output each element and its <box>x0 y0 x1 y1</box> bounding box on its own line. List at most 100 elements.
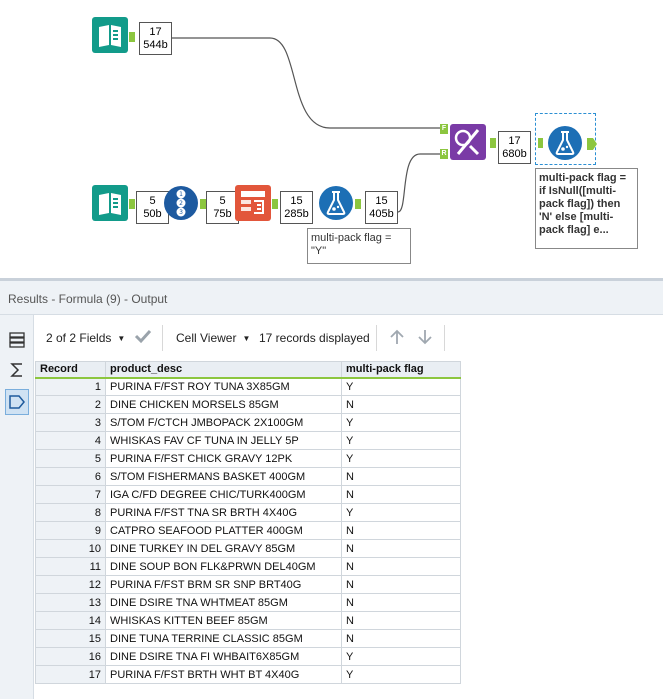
table-row[interactable]: 16 DINE DSIRE TNA FI WHBAIT6X85GM Y <box>35 647 461 666</box>
join-icon[interactable] <box>450 124 486 160</box>
formula-icon-1[interactable] <box>318 185 354 221</box>
column-header-product-desc[interactable]: product_desc <box>105 361 342 379</box>
anchor-out-join[interactable] <box>490 138 496 148</box>
arrow-up-icon[interactable] <box>388 328 406 344</box>
multi-pack-flag-cell[interactable]: Y <box>341 377 461 396</box>
multi-pack-flag-cell[interactable]: N <box>341 395 461 414</box>
multi-pack-flag-cell[interactable]: Y <box>341 503 461 522</box>
multi-pack-flag-cell[interactable]: N <box>341 485 461 504</box>
data-tag-icon[interactable] <box>5 389 29 415</box>
input-data-icon-2[interactable] <box>92 185 128 221</box>
product-desc-cell[interactable]: PURINA F/FST ROY TUNA 3X85GM <box>105 377 342 396</box>
annotation-formula-y: multi-pack flag = "Y" <box>307 228 411 264</box>
multi-pack-flag-cell[interactable]: N <box>341 611 461 630</box>
record-cell[interactable]: 5 <box>35 449 106 468</box>
record-cell[interactable]: 11 <box>35 557 106 576</box>
product-desc-cell[interactable]: DINE DSIRE TNA FI WHBAIT6X85GM <box>105 647 342 666</box>
table-row[interactable]: 17 PURINA F/FST BRTH WHT BT 4X40G Y <box>35 665 461 684</box>
record-cell[interactable]: 3 <box>35 413 106 432</box>
product-desc-cell[interactable]: DINE TURKEY IN DEL GRAVY 85GM <box>105 539 342 558</box>
multi-pack-flag-cell[interactable]: N <box>341 629 461 648</box>
product-desc-cell[interactable]: IGA C/FD DEGREE CHIC/TURK400GM <box>105 485 342 504</box>
multi-pack-flag-cell[interactable]: Y <box>341 647 461 666</box>
product-desc-cell[interactable]: DINE TUNA TERRINE CLASSIC 85GM <box>105 629 342 648</box>
product-desc-cell[interactable]: WHISKAS KITTEN BEEF 85GM <box>105 611 342 630</box>
multi-pack-flag-cell[interactable]: N <box>341 539 461 558</box>
table-row[interactable]: 3 S/TOM F/CTCH JMBOPACK 2X100GM Y <box>35 413 461 432</box>
anchor-out-input1[interactable] <box>129 32 135 42</box>
table-row[interactable]: 11 DINE SOUP BON FLK&PRWN DEL40GM N <box>35 557 461 576</box>
sigma-icon[interactable] <box>5 357 29 383</box>
multi-pack-flag-cell[interactable]: N <box>341 575 461 594</box>
workflow-canvas[interactable]: 17 544b 5 50b 123 5 75b 15 285b 15 405b multi… <box>0 0 663 278</box>
table-view-icon[interactable] <box>5 327 29 353</box>
anchor-out-generate[interactable] <box>272 199 278 209</box>
product-desc-cell[interactable]: S/TOM FISHERMANS BASKET 400GM <box>105 467 342 486</box>
product-desc-cell[interactable]: WHISKAS FAV CF TUNA IN JELLY 5P <box>105 431 342 450</box>
record-cell[interactable]: 13 <box>35 593 106 612</box>
table-row[interactable]: 2 DINE CHICKEN MORSELS 85GM N <box>35 395 461 414</box>
record-cell[interactable]: 17 <box>35 665 106 684</box>
record-cell[interactable]: 9 <box>35 521 106 540</box>
record-cell[interactable]: 16 <box>35 647 106 666</box>
cell-viewer-dropdown[interactable]: Cell Viewer ▼ <box>176 330 250 346</box>
column-header-record[interactable]: Record <box>35 361 106 379</box>
table-row[interactable]: 10 DINE TURKEY IN DEL GRAVY 85GM N <box>35 539 461 558</box>
table-row[interactable]: 4 WHISKAS FAV CF TUNA IN JELLY 5P Y <box>35 431 461 450</box>
multi-pack-flag-cell[interactable]: N <box>341 557 461 576</box>
record-cell[interactable]: 14 <box>35 611 106 630</box>
count-box-formula1: 15 405b <box>365 191 398 224</box>
anchor-in-formula9[interactable] <box>538 138 543 148</box>
record-cell[interactable]: 10 <box>35 539 106 558</box>
table-row[interactable]: 14 WHISKAS KITTEN BEEF 85GM N <box>35 611 461 630</box>
fields-dropdown[interactable]: 2 of 2 Fields ▼ <box>46 330 125 346</box>
table-row[interactable]: 7 IGA C/FD DEGREE CHIC/TURK400GM N <box>35 485 461 504</box>
product-desc-cell[interactable]: CATPRO SEAFOOD PLATTER 400GM <box>105 521 342 540</box>
table-row[interactable]: 1 PURINA F/FST ROY TUNA 3X85GM Y <box>35 377 461 396</box>
anchor-out-formula1[interactable] <box>355 199 361 209</box>
table-row[interactable]: 8 PURINA F/FST TNA SR BRTH 4X40G Y <box>35 503 461 522</box>
multi-pack-flag-cell[interactable]: Y <box>341 431 461 450</box>
table-row[interactable]: 13 DINE DSIRE TNA WHTMEAT 85GM N <box>35 593 461 612</box>
generate-rows-icon[interactable] <box>235 185 271 221</box>
table-row[interactable]: 6 S/TOM FISHERMANS BASKET 400GM N <box>35 467 461 486</box>
product-desc-cell[interactable]: S/TOM F/CTCH JMBOPACK 2X100GM <box>105 413 342 432</box>
product-desc-cell[interactable]: PURINA F/FST BRTH WHT BT 4X40G <box>105 665 342 684</box>
table-row[interactable]: 5 PURINA F/FST CHICK GRAVY 12PK Y <box>35 449 461 468</box>
multi-pack-flag-cell[interactable]: Y <box>341 665 461 684</box>
record-cell[interactable]: 15 <box>35 629 106 648</box>
record-cell[interactable]: 8 <box>35 503 106 522</box>
multi-pack-flag-cell[interactable]: N <box>341 521 461 540</box>
table-row[interactable]: 12 PURINA F/FST BRM SR SNP BRT40G N <box>35 575 461 594</box>
column-header-multi-pack-flag[interactable]: multi-pack flag <box>341 361 461 379</box>
product-desc-cell[interactable]: DINE CHICKEN MORSELS 85GM <box>105 395 342 414</box>
record-cell[interactable]: 6 <box>35 467 106 486</box>
record-id-icon[interactable]: 1 2 3 <box>163 185 199 221</box>
multi-pack-flag-cell[interactable]: N <box>341 593 461 612</box>
formula-icon-2[interactable] <box>547 125 583 161</box>
table-row[interactable]: 9 CATPRO SEAFOOD PLATTER 400GM N <box>35 521 461 540</box>
results-grid[interactable]: Record product_desc multi-pack flag 1 PUR… <box>35 361 461 684</box>
product-desc-cell[interactable]: PURINA F/FST TNA SR BRTH 4X40G <box>105 503 342 522</box>
table-row[interactable]: 15 DINE TUNA TERRINE CLASSIC 85GM N <box>35 629 461 648</box>
anchor-in-left[interactable]: F <box>440 124 448 134</box>
product-desc-cell[interactable]: PURINA F/FST CHICK GRAVY 12PK <box>105 449 342 468</box>
record-cell[interactable]: 1 <box>35 377 106 396</box>
record-cell[interactable]: 7 <box>35 485 106 504</box>
record-cell[interactable]: 12 <box>35 575 106 594</box>
record-cell[interactable]: 2 <box>35 395 106 414</box>
arrow-down-icon[interactable] <box>416 328 434 345</box>
product-desc-cell[interactable]: DINE DSIRE TNA WHTMEAT 85GM <box>105 593 342 612</box>
input-data-icon-1[interactable] <box>92 17 128 53</box>
record-cell[interactable]: 4 <box>35 431 106 450</box>
anchor-out-input2[interactable] <box>129 199 135 209</box>
apply-checkmark-icon[interactable] <box>134 328 152 344</box>
product-desc-cell[interactable]: DINE SOUP BON FLK&PRWN DEL40GM <box>105 557 342 576</box>
product-desc-cell[interactable]: PURINA F/FST BRM SR SNP BRT40G <box>105 575 342 594</box>
multi-pack-flag-cell[interactable]: N <box>341 467 461 486</box>
multi-pack-flag-cell[interactable]: Y <box>341 413 461 432</box>
multi-pack-flag-cell[interactable]: Y <box>341 449 461 468</box>
anchor-out-formula9[interactable] <box>587 138 597 150</box>
toolbar-divider <box>162 325 163 351</box>
anchor-in-right[interactable]: R <box>440 149 448 159</box>
